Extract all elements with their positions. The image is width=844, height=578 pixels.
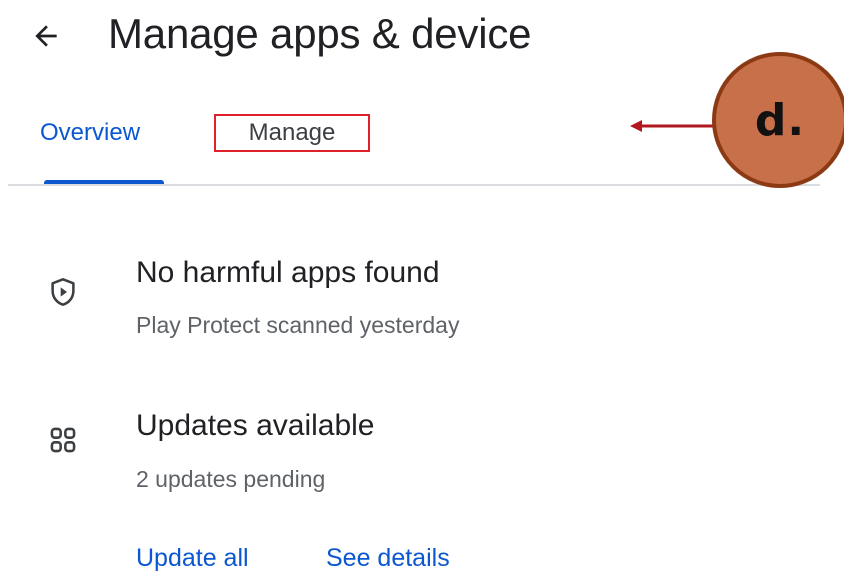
play-protect-status-subtitle: Play Protect scanned yesterday [136, 312, 460, 338]
tab-manage[interactable]: Manage [214, 114, 370, 152]
updates-available-title[interactable]: Updates available [136, 408, 375, 444]
tab-overview[interactable]: Overview [40, 118, 140, 148]
play-protect-shield-icon [48, 277, 78, 307]
tab-divider [8, 184, 820, 186]
apps-grid-icon [48, 425, 78, 455]
arrow-back-icon [35, 25, 57, 47]
update-all-button[interactable]: Update all [136, 543, 249, 573]
page-title: Manage apps & device [108, 10, 532, 57]
play-protect-status-title[interactable]: No harmful apps found [136, 255, 440, 291]
see-details-button[interactable]: See details [326, 543, 450, 573]
back-button[interactable] [28, 18, 64, 54]
annotation-arrow [630, 120, 724, 132]
annotation-badge: d. [712, 52, 844, 188]
tab-manage-label: Manage [248, 119, 336, 146]
updates-pending-subtitle: 2 updates pending [136, 466, 326, 492]
annotation-label: d. [754, 94, 806, 146]
